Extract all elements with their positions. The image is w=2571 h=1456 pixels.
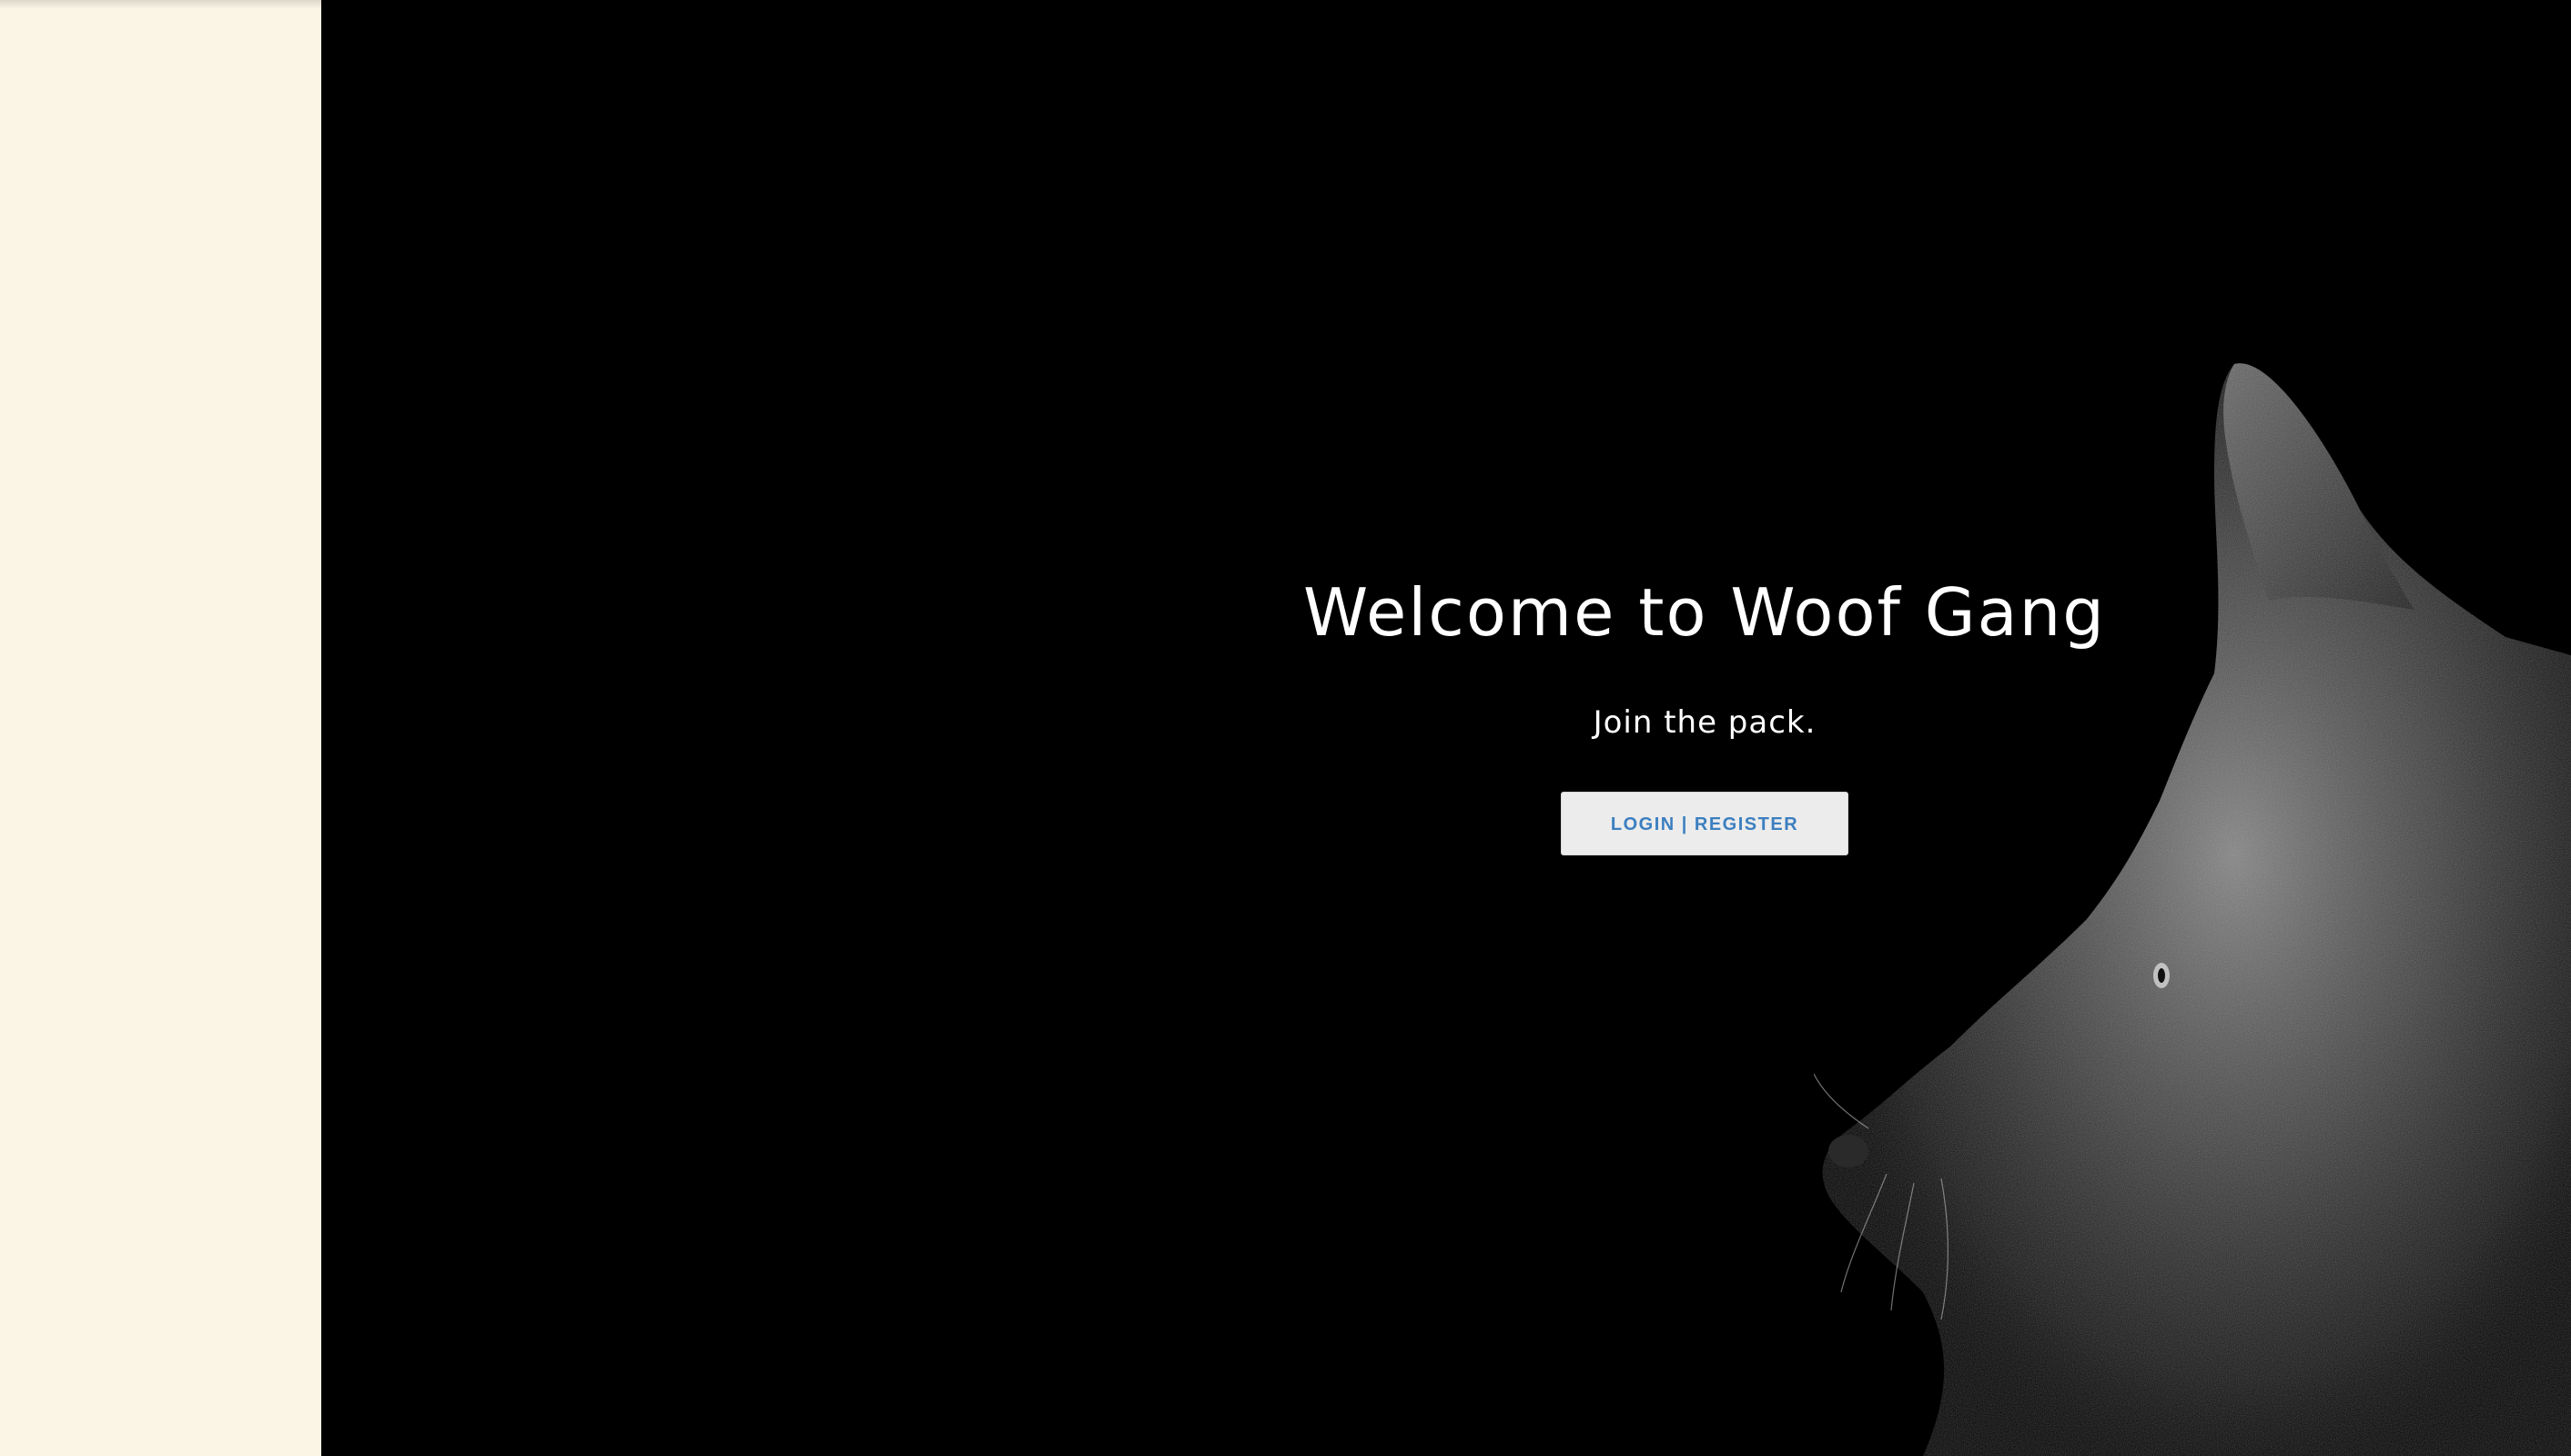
dog-photo-image xyxy=(1814,363,2571,1456)
page-subtitle: Join the pack. xyxy=(1593,704,1817,742)
login-register-button[interactable]: LOGIN | REGISTER xyxy=(1561,792,1848,856)
hero-section: Welcome to Woof Gang Join the pack. LOGI… xyxy=(321,0,2571,1456)
page-title: Welcome to Woof Gang xyxy=(1303,574,2106,651)
hero-content: Welcome to Woof Gang Join the pack. LOGI… xyxy=(1250,573,2160,856)
left-side-panel xyxy=(0,0,321,1456)
landing-page: Welcome to Woof Gang Join the pack. LOGI… xyxy=(0,0,2571,1456)
